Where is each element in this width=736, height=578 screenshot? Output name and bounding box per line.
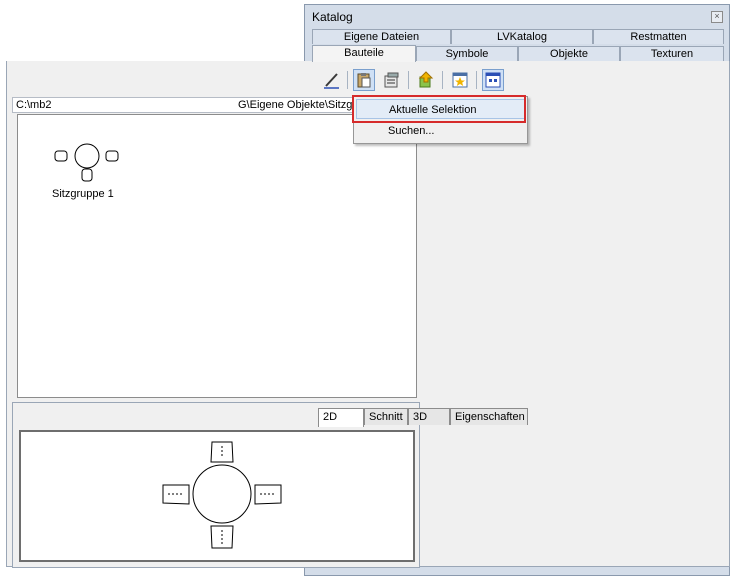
path-text-left: C:\mb2	[16, 99, 52, 111]
draw-icon[interactable]	[321, 69, 343, 91]
tab-3d[interactable]: 3D	[408, 408, 450, 425]
tab-symbole[interactable]: Symbole	[416, 46, 518, 61]
favorite-icon[interactable]	[449, 69, 471, 91]
toolbar-separator	[347, 71, 348, 89]
preview-2d	[19, 430, 415, 562]
tab-texturen[interactable]: Texturen	[620, 46, 724, 61]
tab-restmatten[interactable]: Restmatten	[593, 29, 724, 44]
item-thumbnail	[54, 143, 119, 182]
tab-schnitt[interactable]: Schnitt	[364, 408, 408, 425]
toolbar-separator	[476, 71, 477, 89]
menu-item-suchen[interactable]: Suchen...	[356, 121, 525, 141]
tab-objekte[interactable]: Objekte	[518, 46, 620, 61]
close-icon[interactable]: ×	[711, 11, 723, 23]
calendar-grid-icon[interactable]	[482, 69, 504, 91]
properties-icon[interactable]	[381, 69, 403, 91]
tab-lvkatalog[interactable]: LVKatalog	[451, 29, 593, 44]
toolbar-separator	[442, 71, 443, 89]
toolbar-separator	[408, 71, 409, 89]
tab-eigenschaften[interactable]: Eigenschaften	[450, 408, 528, 425]
tab-bauteile[interactable]: Bauteile	[312, 45, 416, 62]
catalog-list[interactable]: Sitzgruppe 1	[17, 114, 417, 398]
paste-icon[interactable]	[353, 69, 375, 91]
panel-title: Katalog	[312, 10, 353, 24]
highlight-box	[352, 95, 526, 123]
tab-2d[interactable]: 2D	[318, 408, 364, 427]
list-item-label[interactable]: Sitzgruppe 1	[52, 188, 114, 200]
preview-drawing	[162, 441, 282, 549]
export-icon[interactable]	[415, 69, 437, 91]
tab-eigene-dateien[interactable]: Eigene Dateien	[312, 29, 451, 44]
menu-item-label: Suchen...	[388, 125, 435, 137]
